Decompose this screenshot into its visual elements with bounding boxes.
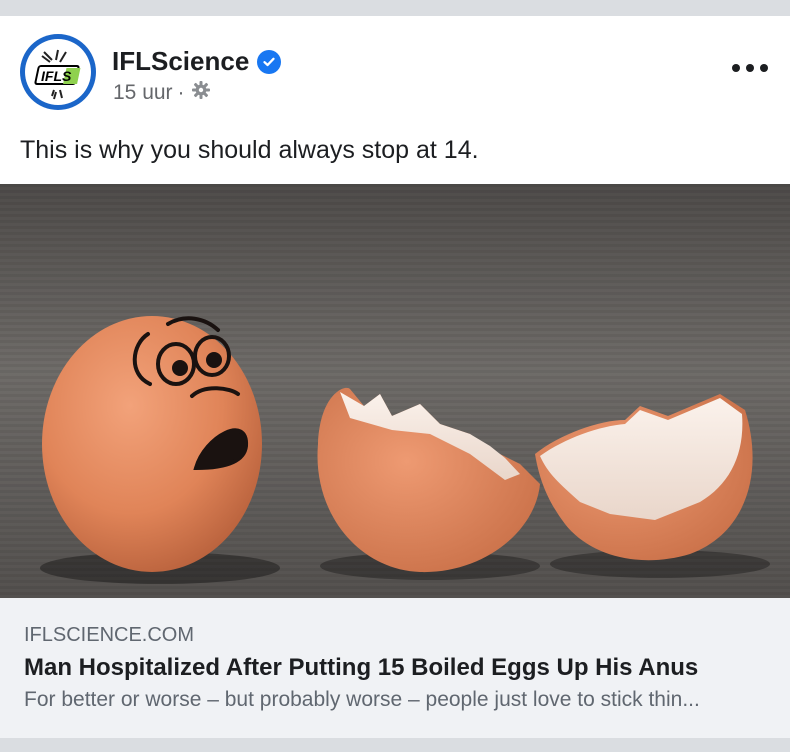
link-domain: IFLSCIENCE.COM [24,624,195,646]
meta-separator: · [177,81,185,104]
post-text: This is why you should always stop at 14… [20,136,479,164]
page-avatar[interactable]: IFLS [20,34,96,110]
post-timestamp[interactable]: 15 uur [113,81,173,105]
gear-icon[interactable] [191,80,211,106]
iflscience-logo: IFLS [25,39,91,105]
link-title[interactable]: Man Hospitalized After Putting 15 Boiled… [24,654,698,682]
page-name-label[interactable]: IFLScience [112,46,249,77]
verified-badge-icon [257,49,282,74]
link-description: For better or worse – but probably worse… [24,688,700,711]
post-photo[interactable] [0,184,790,598]
link-preview[interactable]: IFLSCIENCE.COM Man Hospitalized After Pu… [0,598,790,738]
post-meta: 15 uur · [113,80,211,106]
svg-text:IFLS: IFLS [41,68,72,84]
post-card: IFLS IFLScience 15 uur · This is why you… [0,16,790,738]
page-name[interactable]: IFLScience [112,46,282,77]
more-options-icon[interactable] [732,54,768,82]
